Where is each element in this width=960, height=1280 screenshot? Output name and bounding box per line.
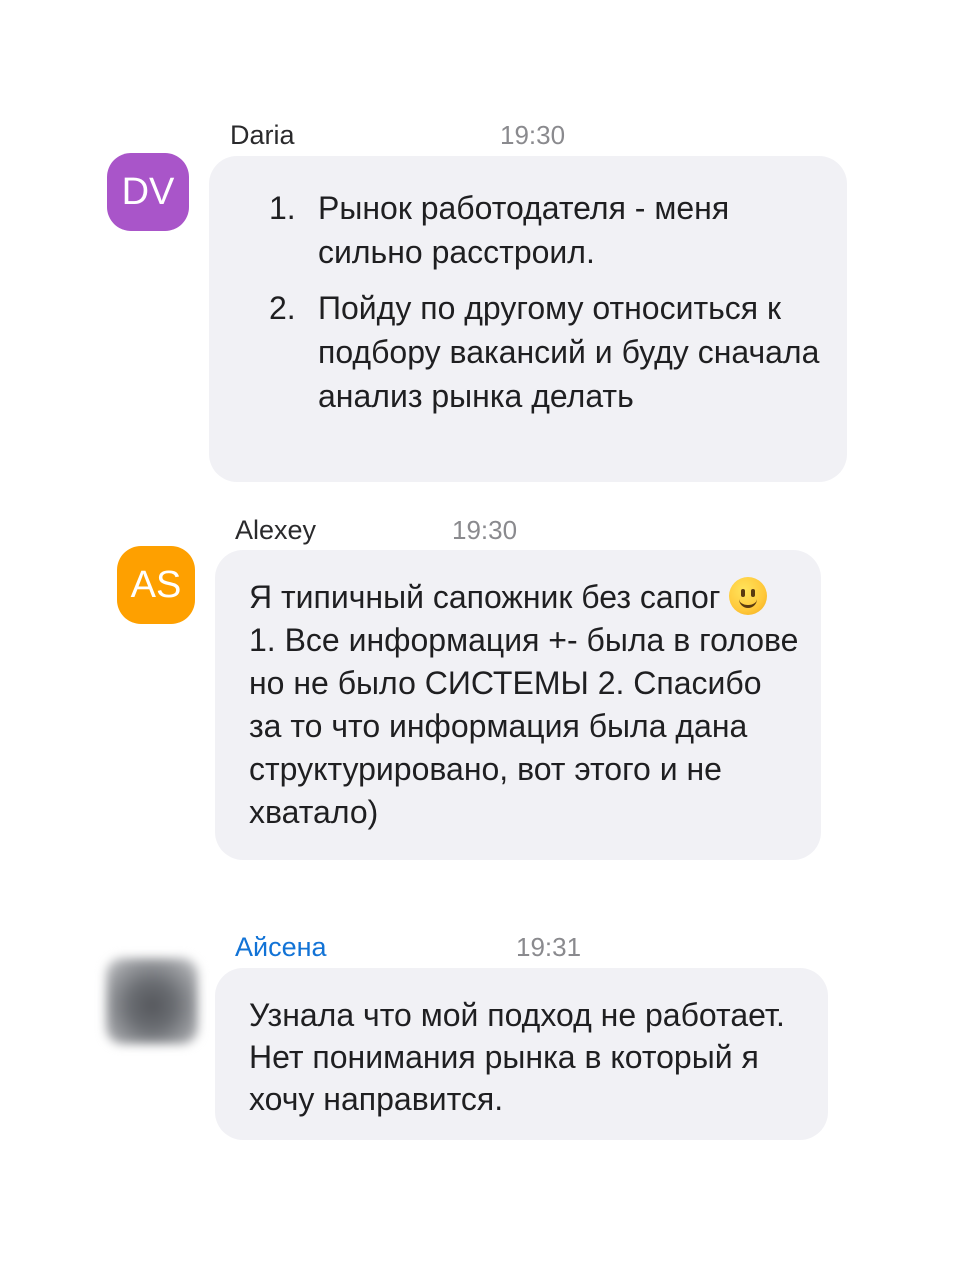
message-bubble[interactable]: Узнала что мой подход не работает. Нет п… — [215, 968, 828, 1140]
list-number: 2. — [269, 290, 296, 326]
sender-name[interactable]: Айсена — [235, 932, 327, 963]
list-item: 1. Рынок работодателя - меня сильно расс… — [269, 186, 829, 274]
message-text-part: Я типичный сапожник без сапог — [249, 579, 721, 615]
avatar-initials: AS — [130, 563, 182, 606]
message-text: Я типичный сапожник без сапог 1. Все инф… — [249, 576, 799, 834]
list-number: 1. — [269, 190, 296, 226]
message-bubble[interactable]: Я типичный сапожник без сапог 1. Все инф… — [215, 550, 821, 860]
message-timestamp: 19:30 — [500, 120, 566, 150]
avatar[interactable]: DV — [107, 153, 189, 231]
avatar-initials: DV — [121, 170, 175, 213]
list-item-text: Рынок работодателя - меня сильно расстро… — [318, 190, 730, 270]
avatar[interactable] — [106, 958, 198, 1044]
sender-name[interactable]: Daria — [230, 120, 295, 151]
message-timestamp: 19:31 — [516, 932, 582, 962]
message-text-part: 1. Все информация +- была в голове но не… — [249, 622, 799, 830]
list-item-text: Пойду по другому относиться к подбору ва… — [318, 290, 820, 414]
message-bubble[interactable]: 1. Рынок работодателя - меня сильно расс… — [209, 156, 847, 482]
numbered-list: 1. Рынок работодателя - меня сильно расс… — [269, 186, 829, 430]
message-text: Узнала что мой подход не работает. Нет п… — [249, 997, 785, 1117]
sender-name[interactable]: Alexey — [235, 515, 316, 546]
avatar[interactable]: AS — [117, 546, 195, 624]
list-item: 2. Пойду по другому относиться к подбору… — [269, 286, 829, 418]
slightly-smiling-face-icon — [729, 577, 768, 615]
